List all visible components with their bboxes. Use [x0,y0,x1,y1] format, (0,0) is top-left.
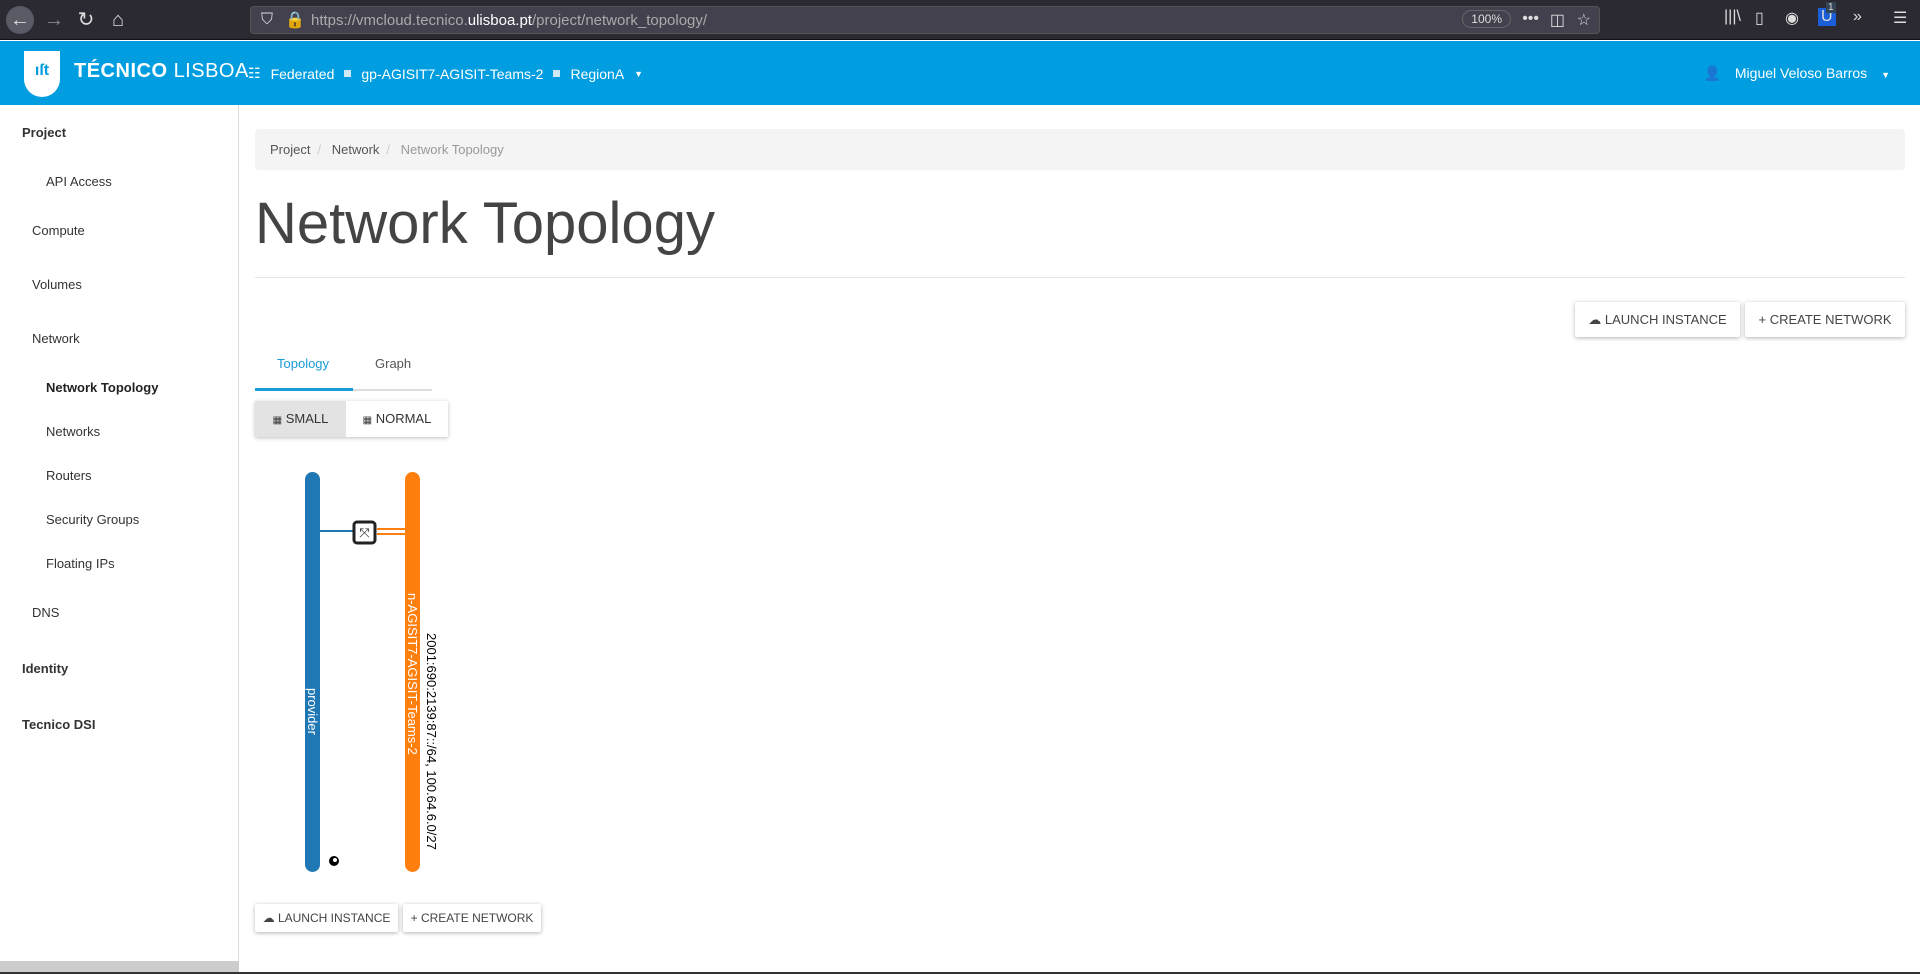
grid-icon: ▦ [272,415,283,426]
zoom-level[interactable]: 100% [1462,10,1511,28]
pocket-icon[interactable]: ◫ [1550,10,1565,30]
list-icon: ☷ [248,65,261,81]
normal-size-button[interactable]: ▦ Normal [346,401,448,437]
sidebar: Project API Access Compute Volumes Netwo… [0,105,239,974]
active-tab-indicator [255,388,353,391]
url-prefix: https://vmcloud.tecnico. [311,12,468,29]
separator-icon [553,70,561,77]
sidebar-item-volumes[interactable]: Volumes [32,277,82,292]
separator-icon [344,70,352,77]
domain-label: Federated [270,65,335,82]
sidebar-icon[interactable]: ▯ [1755,8,1764,28]
sidebar-item-floating-ips[interactable]: Floating IPs [46,556,115,571]
plus-icon: + [410,911,418,925]
divider [255,277,1905,278]
project-context-selector[interactable]: ☷ Federated gp-AGISIT7-AGISIT-Teams-2 Re… [248,65,643,82]
home-button[interactable]: ⌂ [104,6,132,34]
lock-icon: 🔒 [285,12,305,29]
user-name: Miguel Veloso Barros [1734,65,1868,81]
sidebar-item-identity[interactable]: Identity [22,661,68,676]
forward-button[interactable]: → [40,6,68,34]
menu-icon[interactable]: ☰ [1893,8,1907,28]
sidebar-item-api-access[interactable]: API Access [46,174,112,189]
launch-instance-button-bottom[interactable]: ☁ Launch Instance [255,904,398,932]
grid-icon: ▦ [362,415,373,426]
caret-down-icon: ▼ [1881,70,1890,80]
url-domain: ulisboa.pt [467,12,532,29]
cloud-upload-icon: ☁ [1588,312,1602,327]
caret-down-icon: ▼ [634,68,644,79]
network-provider[interactable] [305,472,320,872]
tab-graph[interactable]: Graph [375,356,411,371]
horizontal-scrollbar[interactable] [0,961,239,972]
breadcrumb-project[interactable]: Project [270,142,310,157]
bookmark-star-icon[interactable]: ☆ [1577,10,1591,30]
reload-button[interactable]: ↻ [72,6,100,34]
sidebar-item-networks[interactable]: Networks [46,424,100,439]
project-label: gp-AGISIT7-AGISIT-Teams-2 [361,65,544,82]
page-title: Network Topology [255,191,715,256]
sidebar-item-routers[interactable]: Routers [46,468,92,483]
user-icon: 👤 [1703,65,1721,81]
top-navbar: ıſt TÉCNICO LISBOA ☷ Federated gp-AGISIT… [0,41,1920,105]
tab-topology[interactable]: Topology [277,356,329,371]
sidebar-item-dns[interactable]: DNS [32,605,59,620]
globe-icon-detail [333,858,337,862]
browser-toolbar: ← → ↻ ⌂ ⛉ 🔒 https://vmcloud.tecnico.ulis… [0,0,1920,40]
breadcrumb-current: Network Topology [400,142,504,157]
topology-canvas: ⤧ provider n-AGISIT7-AGISIT-Teams-2 2001… [305,472,439,872]
sidebar-item-security-groups[interactable]: Security Groups [46,512,139,527]
account-icon[interactable]: ◉ [1785,8,1799,28]
sidebar-item-tecnico-dsi[interactable]: Tecnico DSI [22,717,95,732]
svg-text:⤧: ⤧ [359,525,370,540]
overflow-icon[interactable]: » [1853,8,1862,26]
sidebar-item-network-topology[interactable]: Network Topology [46,380,158,395]
ist-logo[interactable]: ıſt [24,51,60,97]
private-network-label: n-AGISIT7-AGISIT-Teams-2 [405,593,420,755]
small-size-button[interactable]: ▦ Small [255,401,346,437]
create-network-button-bottom[interactable]: + Create Network [403,904,541,932]
extension-badge: 1 [1826,2,1836,13]
sidebar-item-compute[interactable]: Compute [32,223,85,238]
sidebar-item-project[interactable]: Project [22,125,66,140]
subnet-cidrs: 2001:690:2139:87::/64, 100.64.6.0/27 [424,633,439,850]
provider-label: provider [305,688,320,736]
plus-icon: + [1758,312,1767,327]
breadcrumb-network[interactable]: Network [332,142,380,157]
breadcrumb: Project / Network / Network Topology [255,129,1905,170]
user-menu[interactable]: 👤 Miguel Veloso Barros ▼ [1704,65,1890,82]
router-icon[interactable]: ⤧ [352,520,377,545]
view-tabs: Topology Graph [255,350,432,391]
back-button[interactable]: ← [6,6,34,34]
region-label: RegionA [570,65,625,82]
brand-name[interactable]: TÉCNICO LISBOA [74,60,249,83]
create-network-button[interactable]: + Create Network [1745,302,1905,337]
more-icon[interactable]: ••• [1522,10,1539,28]
sidebar-item-network[interactable]: Network [32,331,80,346]
launch-instance-button[interactable]: ☁ Launch Instance [1575,302,1740,337]
address-bar[interactable]: ⛉ 🔒 https://vmcloud.tecnico.ulisboa.pt/p… [250,6,1600,34]
shield-icon: ⛉ [261,11,274,28]
library-icon[interactable]: |||\ [1724,8,1741,26]
cloud-upload-icon: ☁ [262,911,275,925]
url-path: /project/network_topology/ [531,12,708,29]
